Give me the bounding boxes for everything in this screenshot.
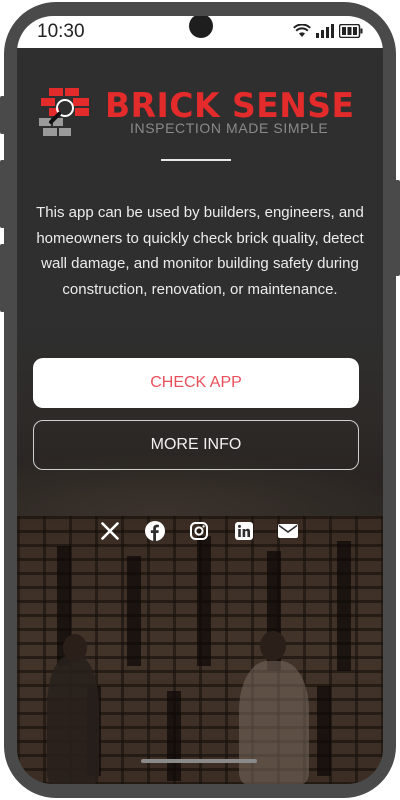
- status-icons: [293, 23, 363, 43]
- social-links: [99, 520, 299, 542]
- volume-down-button: [0, 160, 5, 228]
- instagram-icon[interactable]: [188, 520, 210, 542]
- linkedin-icon[interactable]: [233, 520, 255, 542]
- app-description: This app can be used by builders, engine…: [36, 204, 364, 298]
- worker-figure-right: [239, 661, 309, 784]
- check-app-button[interactable]: CHECK APP: [33, 358, 359, 408]
- x-icon[interactable]: [99, 520, 121, 542]
- front-camera: [189, 16, 213, 38]
- status-bar: 10:30: [17, 16, 383, 48]
- worker-head-left: [63, 634, 87, 662]
- signal-icon: [316, 24, 334, 43]
- app-screen: 10:30 BRICK SENSE INSPECTION MADE SIMPLE…: [17, 16, 383, 784]
- background-photo: [17, 456, 383, 784]
- status-time: 10:30: [37, 21, 85, 42]
- volume-up-button: [0, 96, 5, 134]
- brick-magnifier-icon: [35, 86, 97, 147]
- wifi-icon: [293, 23, 311, 43]
- battery-icon: [338, 23, 363, 43]
- brand-tagline: INSPECTION MADE SIMPLE: [130, 120, 329, 136]
- more-info-button[interactable]: MORE INFO: [33, 420, 359, 470]
- facebook-icon[interactable]: [144, 520, 166, 542]
- silent-switch: [0, 244, 5, 312]
- worker-figure-left: [47, 656, 99, 784]
- mail-icon[interactable]: [277, 520, 299, 542]
- power-button: [395, 180, 400, 276]
- worker-head-right: [260, 631, 286, 661]
- home-indicator[interactable]: [141, 759, 257, 763]
- title-divider: [161, 159, 231, 161]
